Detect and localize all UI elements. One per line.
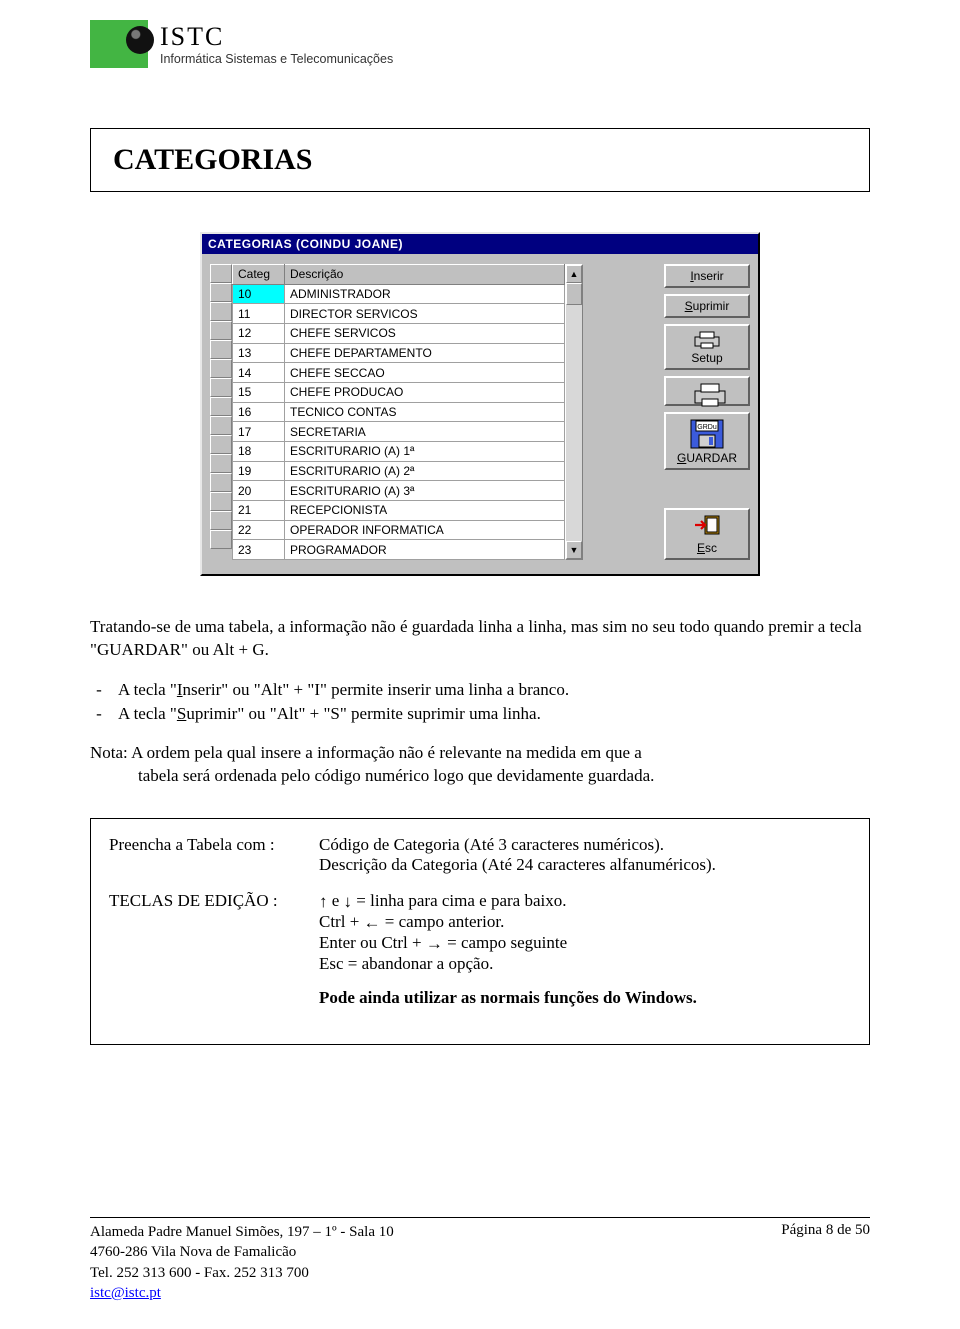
field-label-preencha: Preencha a Tabela com : xyxy=(109,835,319,875)
esc-button[interactable]: Esc xyxy=(664,508,750,560)
floppy-disk-icon: GRDu xyxy=(690,419,724,449)
table-row[interactable]: 21RECEPCIONISTA xyxy=(233,500,565,520)
table-row[interactable]: 12CHEFE SERVICOS xyxy=(233,323,565,343)
col-header-desc[interactable]: Descrição xyxy=(285,265,565,285)
page-footer: Alameda Padre Manuel Simões, 197 – 1º - … xyxy=(90,1217,870,1303)
bullet-2: A tecla "Suprimir" ou "Alt" + "S" permit… xyxy=(118,704,541,724)
table-row[interactable]: 23PROGRAMADOR xyxy=(233,540,565,560)
page-number: Página 8 de 50 xyxy=(781,1222,870,1303)
doc-header: ISTC Informática Sistemas e Telecomunica… xyxy=(90,20,870,68)
note-label: Nota: xyxy=(90,743,128,762)
exit-door-icon xyxy=(693,515,721,539)
logo-icon xyxy=(90,20,148,68)
setup-label: Setup xyxy=(691,351,722,365)
scroll-thumb[interactable] xyxy=(566,283,582,305)
section-title-box: CATEGORIAS xyxy=(90,128,870,192)
dialog-title: CATEGORIAS (COINDU JOANE) xyxy=(202,234,758,254)
windows-functions-note: Pode ainda utilizar as normais funções d… xyxy=(319,988,851,1008)
cell-categ[interactable]: 10 xyxy=(233,284,285,304)
footer-address-1: Alameda Padre Manuel Simões, 197 – 1º - … xyxy=(90,1222,394,1242)
arrow-down-icon xyxy=(344,892,353,912)
data-grid[interactable]: Categ Descrição 10ADMINISTRADOR 11DIRECT… xyxy=(210,264,656,560)
arrow-right-icon xyxy=(426,934,443,954)
table-row[interactable]: 10ADMINISTRADOR xyxy=(233,284,565,304)
note-line-1: A ordem pela qual insere a informação nã… xyxy=(131,743,642,762)
table-row[interactable]: 15CHEFE PRODUCAO xyxy=(233,382,565,402)
arrow-up-icon xyxy=(319,892,328,912)
categorias-dialog: CATEGORIAS (COINDU JOANE) Categ Descriçã… xyxy=(200,232,760,576)
suprimir-button[interactable]: Suprimir xyxy=(664,294,750,318)
bullet-dash: - xyxy=(90,704,108,724)
brand-name: ISTC xyxy=(160,22,393,52)
arrow-left-icon xyxy=(364,913,381,933)
field-label-teclas: TECLAS DE EDIÇÃO : xyxy=(109,891,319,1008)
printer-icon xyxy=(693,383,721,401)
table-row[interactable]: 11DIRECTOR SERVICOS xyxy=(233,304,565,324)
footer-phone: Tel. 252 313 600 - Fax. 252 313 700 xyxy=(90,1263,394,1283)
note-block: Nota: A ordem pela qual insere a informa… xyxy=(90,742,870,788)
guardar-button[interactable]: GRDu GUARDAR xyxy=(664,412,750,470)
table-row[interactable]: 18ESCRITURARIO (A) 1ª xyxy=(233,441,565,461)
table-row[interactable]: 14CHEFE SECCAO xyxy=(233,363,565,383)
row-header-gutter xyxy=(210,264,232,560)
note-line-2: tabela será ordenada pelo código numéric… xyxy=(138,765,870,788)
table-row[interactable]: 20ESCRITURARIO (A) 3ª xyxy=(233,481,565,501)
vertical-scrollbar[interactable]: ▲ ▼ xyxy=(565,264,583,560)
table-row[interactable]: 13CHEFE DEPARTAMENTO xyxy=(233,343,565,363)
footer-email-link[interactable]: istc@istc.pt xyxy=(90,1285,161,1301)
brand-tagline: Informática Sistemas e Telecomunicações xyxy=(160,52,393,66)
inserir-button[interactable]: Inserir xyxy=(664,264,750,288)
intro-paragraph: Tratando-se de uma tabela, a informação … xyxy=(90,616,870,662)
floppy-badge: GRDu xyxy=(697,424,717,431)
field-value-preencha: Código de Categoria (Até 3 caracteres nu… xyxy=(319,835,851,875)
cell-desc[interactable]: ADMINISTRADOR xyxy=(285,284,565,304)
table-row[interactable]: 17SECRETARIA xyxy=(233,422,565,442)
bullet-1: A tecla "Inserir" ou "Alt" + "I" permite… xyxy=(118,680,569,700)
section-title: CATEGORIAS xyxy=(113,143,847,177)
table-row[interactable]: 16TECNICO CONTAS xyxy=(233,402,565,422)
field-value-teclas: e = linha para cima e para baixo. Ctrl +… xyxy=(319,891,851,1008)
instructions-box: Preencha a Tabela com : Código de Catego… xyxy=(90,818,870,1045)
table-row[interactable]: 22OPERADOR INFORMATICA xyxy=(233,520,565,540)
scroll-track[interactable] xyxy=(566,283,582,541)
print-setup-button[interactable]: Setup xyxy=(664,324,750,370)
printer-icon xyxy=(693,331,721,349)
footer-address-2: 4760-286 Vila Nova de Famalicão xyxy=(90,1242,394,1262)
bullet-list: - A tecla "Inserir" ou "Alt" + "I" permi… xyxy=(90,680,870,724)
print-button[interactable] xyxy=(664,376,750,406)
bullet-dash: - xyxy=(90,680,108,700)
col-header-categ[interactable]: Categ xyxy=(233,265,285,285)
table-row[interactable]: 19ESCRITURARIO (A) 2ª xyxy=(233,461,565,481)
scroll-down-button[interactable]: ▼ xyxy=(566,541,582,559)
scroll-up-button[interactable]: ▲ xyxy=(566,265,582,283)
